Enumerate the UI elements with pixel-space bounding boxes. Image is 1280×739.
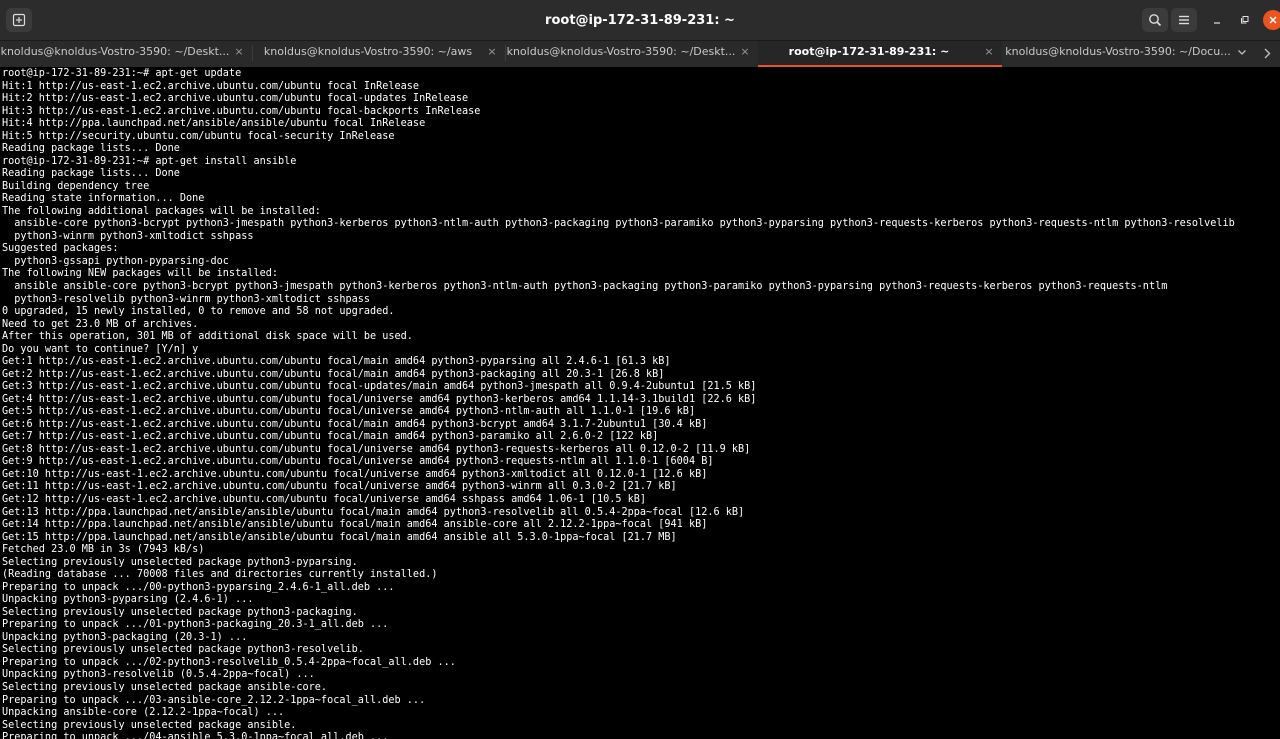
terminal-line: Get:5 http://us-east-1.ec2.archive.ubunt… xyxy=(2,406,696,418)
terminal-line: Reading package lists... Done xyxy=(2,143,180,155)
terminal-line: ansible-core python3-bcrypt python3-jmes… xyxy=(2,218,1235,230)
terminal-line: python3-resolvelib python3-winrm python3… xyxy=(2,293,371,305)
terminal-output[interactable]: root@ip-172-31-89-231:~# apt-get update H… xyxy=(0,67,1280,739)
tabs-scroll-right-button[interactable] xyxy=(1255,41,1280,67)
terminal-line: The following additional packages will b… xyxy=(2,205,321,217)
terminal-line: Unpacking python3-packaging (20.3-1) ... xyxy=(2,631,248,643)
tab-close-icon[interactable]: × xyxy=(982,45,996,59)
terminal-line: python3-gssapi python-pyparsing-doc xyxy=(2,255,229,267)
terminal-line: Get:3 http://us-east-1.ec2.archive.ubunt… xyxy=(2,381,757,393)
terminal-line: Preparing to unpack .../00-python3-pypar… xyxy=(2,581,395,593)
tab-root-remote[interactable]: root@ip-172-31-89-231: ~ × xyxy=(758,41,1002,67)
terminal-line: Get:4 http://us-east-1.ec2.archive.ubunt… xyxy=(2,393,757,405)
tab-dropdown-icon[interactable] xyxy=(1235,45,1249,59)
tab-label: root@ip-172-31-89-231: ~ xyxy=(788,45,950,58)
terminal-line: Preparing to unpack .../01-python3-packa… xyxy=(2,619,389,631)
tab-close-icon[interactable]: × xyxy=(232,45,246,59)
terminal-line: Get:8 http://us-east-1.ec2.archive.ubunt… xyxy=(2,443,751,455)
terminal-line: Reading state information... Done xyxy=(2,193,205,205)
terminal-line: Get:10 http://us-east-1.ec2.archive.ubun… xyxy=(2,468,708,480)
terminal-line: Selecting previously unselected package … xyxy=(2,644,364,656)
terminal-line: Hit:4 http://ppa.launchpad.net/ansible/a… xyxy=(2,118,426,130)
tab-knoldus-aws[interactable]: knoldus@knoldus-Vostro-3590: ~/aws × xyxy=(253,41,505,67)
terminal-line: root@ip-172-31-89-231:~# apt-get update xyxy=(2,68,242,79)
terminal-line: Get:1 http://us-east-1.ec2.archive.ubunt… xyxy=(2,356,671,368)
tab-knoldus-desktop-2[interactable]: knoldus@knoldus-Vostro-3590: ~/Deskt... … xyxy=(506,41,758,67)
terminal-line: Get:9 http://us-east-1.ec2.archive.ubunt… xyxy=(2,456,714,468)
terminal-line: python3-winrm python3-xmltodict sshpass xyxy=(2,230,254,242)
terminal-line: Do you want to continue? [Y/n] y xyxy=(2,343,199,355)
terminal-line: Unpacking python3-pyparsing (2.4.6-1) ..… xyxy=(2,594,254,606)
terminal-line: Get:15 http://ppa.launchpad.net/ansible/… xyxy=(2,531,677,543)
terminal-line: Need to get 23.0 MB of archives. xyxy=(2,318,199,330)
terminal-line: Hit:1 http://us-east-1.ec2.archive.ubunt… xyxy=(2,80,420,92)
terminal-line: Preparing to unpack .../04-ansible_5.3.0… xyxy=(2,732,389,739)
terminal-line: Reading package lists... Done xyxy=(2,168,180,180)
tab-bar: knoldus@knoldus-Vostro-3590: ~/Deskt... … xyxy=(0,41,1280,67)
tab-knoldus-documents[interactable]: knoldus@knoldus-Vostro-3590: ~/Docu... xyxy=(1003,41,1255,67)
terminal-line: Get:11 http://us-east-1.ec2.archive.ubun… xyxy=(2,481,677,493)
terminal-line: Selecting previously unselected package … xyxy=(2,606,358,618)
terminal-line: (Reading database ... 70008 files and di… xyxy=(2,569,438,581)
terminal-line: Get:14 http://ppa.launchpad.net/ansible/… xyxy=(2,519,708,531)
minimize-button[interactable] xyxy=(1207,10,1227,30)
terminal-line: After this operation, 301 MB of addition… xyxy=(2,331,413,343)
terminal-line: Fetched 23.0 MB in 3s (7943 kB/s) xyxy=(2,544,205,556)
tab-label: knoldus@knoldus-Vostro-3590: ~/Deskt... xyxy=(506,45,736,58)
terminal-line: Hit:2 http://us-east-1.ec2.archive.ubunt… xyxy=(2,93,469,105)
terminal-line: Get:13 http://ppa.launchpad.net/ansible/… xyxy=(2,506,745,518)
terminal-line: The following NEW packages will be insta… xyxy=(2,268,279,280)
terminal-line: Unpacking ansible-core (2.12.2-1ppa~foca… xyxy=(2,707,285,719)
menu-button[interactable] xyxy=(1171,8,1197,32)
terminal-line: ansible ansible-core python3-bcrypt pyth… xyxy=(2,281,1168,292)
tab-label: knoldus@knoldus-Vostro-3590: ~/Deskt... xyxy=(0,45,230,58)
maximize-button[interactable] xyxy=(1235,10,1255,30)
close-window-button[interactable] xyxy=(1263,10,1280,30)
tab-label: knoldus@knoldus-Vostro-3590: ~/Docu... xyxy=(1005,45,1231,58)
tab-knoldus-desktop-1[interactable]: knoldus@knoldus-Vostro-3590: ~/Deskt... … xyxy=(0,41,252,67)
terminal-line: root@ip-172-31-89-231:~# apt-get install… xyxy=(2,155,297,167)
terminal-line: Get:12 http://us-east-1.ec2.archive.ubun… xyxy=(2,494,647,506)
terminal-line: Unpacking python3-resolvelib (0.5.4-2ppa… xyxy=(2,669,315,681)
terminal-line: Selecting previously unselected package … xyxy=(2,681,328,693)
terminal-line: Hit:5 http://security.ubuntu.com/ubuntu … xyxy=(2,130,395,142)
tab-close-icon[interactable]: × xyxy=(738,45,752,59)
terminal-line: 0 upgraded, 15 newly installed, 0 to rem… xyxy=(2,306,395,318)
window-title: root@ip-172-31-89-231: ~ xyxy=(545,13,735,28)
terminal-line: Selecting previously unselected package … xyxy=(2,556,358,568)
terminal-line: Get:7 http://us-east-1.ec2.archive.ubunt… xyxy=(2,431,659,443)
terminal-line: Hit:3 http://us-east-1.ec2.archive.ubunt… xyxy=(2,105,481,117)
title-bar: root@ip-172-31-89-231: ~ xyxy=(0,0,1280,41)
terminal-line: Building dependency tree xyxy=(2,180,150,192)
terminal-line: Get:2 http://us-east-1.ec2.archive.ubunt… xyxy=(2,368,665,380)
tab-close-icon[interactable]: × xyxy=(485,45,499,59)
terminal-line: Get:6 http://us-east-1.ec2.archive.ubunt… xyxy=(2,418,708,430)
tab-label: knoldus@knoldus-Vostro-3590: ~/aws xyxy=(263,45,473,58)
search-button[interactable] xyxy=(1142,8,1168,32)
terminal-line: Preparing to unpack .../03-ansible-core_… xyxy=(2,694,426,706)
terminal-line: Selecting previously unselected package … xyxy=(2,719,297,731)
terminal-line: Preparing to unpack .../02-python3-resol… xyxy=(2,656,456,668)
terminal-line: Suggested packages: xyxy=(2,243,119,255)
